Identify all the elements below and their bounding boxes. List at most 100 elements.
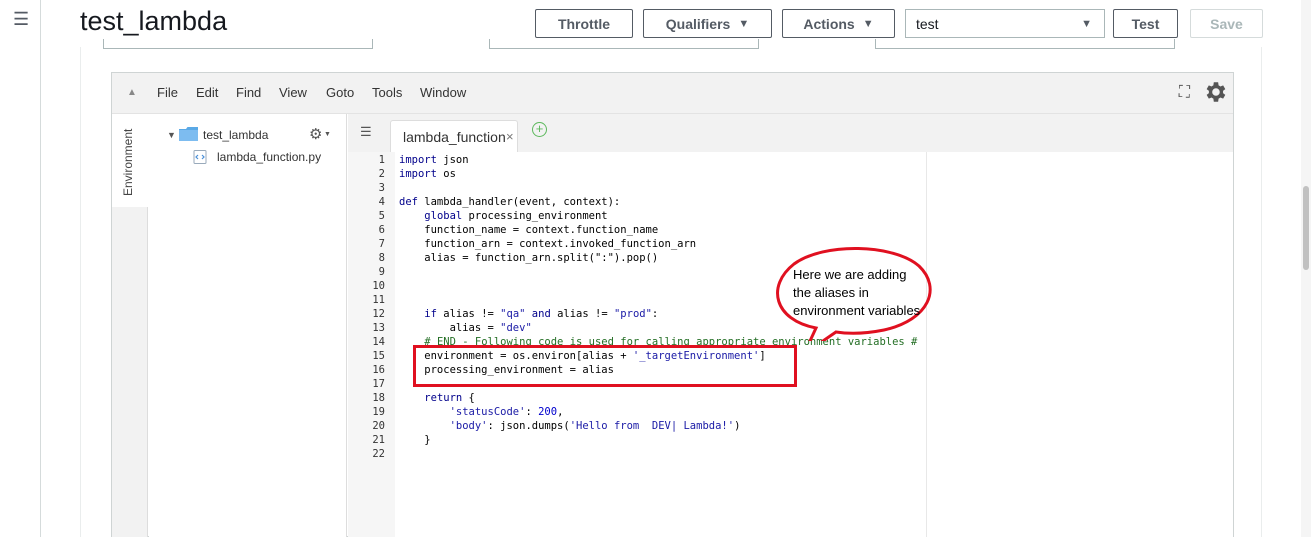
code-line: alias = function_arn.split(":").pop(): [399, 251, 658, 265]
code-line: function_name = context.function_name: [399, 223, 658, 237]
tree-file-lambda-function[interactable]: lambda_function.py: [217, 150, 321, 164]
tab-lambda-function[interactable]: lambda_function ×: [390, 120, 518, 152]
line-number: 12: [372, 308, 385, 320]
code-line: 'body': json.dumps('Hello from DEV| Lamb…: [399, 419, 741, 433]
throttle-label: Throttle: [557, 15, 611, 32]
code-token: and: [531, 308, 551, 320]
line-number: 16: [372, 364, 385, 376]
python-file-icon: [193, 150, 207, 164]
menu-view[interactable]: View: [279, 85, 307, 100]
line-number: 21: [372, 434, 385, 446]
qualifiers-button[interactable]: Qualifiers ▼: [643, 9, 772, 38]
code-token: : json.dumps(: [487, 420, 570, 432]
code-token: ,: [557, 406, 564, 418]
actions-label: Actions: [803, 15, 855, 32]
line-number: 7: [378, 238, 385, 250]
line-number: 10: [372, 280, 385, 292]
code-token: alias = function_arn.split(":").pop(): [399, 252, 659, 264]
menu-goto[interactable]: Goto: [326, 85, 354, 100]
code-token: 'statusCode': [449, 406, 526, 418]
file-tree: ▼ test_lambda ⚙ ▼ lambda_function.py: [149, 114, 347, 537]
line-number: 14: [372, 336, 385, 348]
hamburger-icon[interactable]: ☰: [13, 10, 29, 28]
scrolled-input[interactable]: [103, 39, 373, 49]
code-token: lambda_handler(event, context):: [417, 196, 621, 208]
line-number: 17: [372, 378, 385, 390]
line-number: 4: [378, 196, 385, 208]
scrolled-input[interactable]: [489, 39, 759, 49]
line-number: 20: [372, 420, 385, 432]
test-label: Test: [1131, 15, 1160, 32]
tree-root-folder[interactable]: test_lambda: [203, 128, 268, 142]
menu-edit[interactable]: Edit: [196, 85, 218, 100]
code-token: "dev": [500, 322, 532, 334]
menu-file[interactable]: File: [157, 85, 178, 100]
code-token: alias =: [399, 322, 501, 334]
folder-icon: [179, 127, 198, 141]
highlight-box: [413, 345, 797, 387]
tree-gear-icon[interactable]: ⚙: [309, 125, 322, 143]
page-scrollbar[interactable]: [1301, 0, 1311, 537]
code-editor-ide: ▲ File Edit Find View Goto Tools Window …: [111, 72, 1234, 537]
code-token: import: [399, 154, 437, 166]
line-number: 13: [372, 322, 385, 334]
line-number: 6: [378, 224, 385, 236]
code-token: function_name = context.function_name: [399, 224, 659, 236]
code-line: import json: [399, 153, 469, 167]
close-icon[interactable]: ×: [506, 129, 514, 144]
environment-side-tab[interactable]: Environment: [112, 114, 148, 537]
code-line: global processing_environment: [399, 209, 608, 223]
plus-circle-icon[interactable]: +: [532, 122, 547, 137]
save-button[interactable]: Save: [1190, 9, 1263, 38]
line-number-gutter: 1 2 3 4 5 6 7 8 9 10 11 12 13 14 15 16 17 18 19 20 21 22: [348, 152, 395, 537]
menu-window[interactable]: Window: [420, 85, 466, 100]
scrolled-input[interactable]: [875, 39, 1175, 49]
ide-menubar: ▲ File Edit Find View Goto Tools Window …: [112, 73, 1233, 114]
code-line: 'statusCode': 200,: [399, 405, 564, 419]
test-event-select[interactable]: test ▼: [905, 9, 1105, 38]
collapse-icon[interactable]: ▲: [127, 87, 137, 98]
left-rail: ☰: [0, 0, 41, 537]
code-token: 'body': [449, 420, 488, 432]
menu-find[interactable]: Find: [236, 85, 261, 100]
code-token: return: [424, 392, 463, 404]
tab-list-icon[interactable]: ☰: [360, 124, 372, 140]
code-token: 'Hello from DEV| Lambda!': [569, 420, 735, 432]
code-token: :: [651, 308, 659, 320]
qualifiers-label: Qualifiers: [665, 15, 731, 32]
code-token: alias !=: [550, 308, 614, 320]
code-token: def: [399, 196, 418, 208]
expand-arrow-icon[interactable]: ▼: [167, 130, 176, 140]
code-token: "qa": [500, 308, 526, 320]
scroll-thumb[interactable]: [1303, 186, 1309, 270]
throttle-button[interactable]: Throttle: [535, 9, 633, 38]
code-token: 200: [538, 406, 558, 418]
test-button[interactable]: Test: [1113, 9, 1178, 38]
actions-button[interactable]: Actions ▼: [782, 9, 895, 38]
line-number: 22: [372, 448, 385, 460]
fullscreen-icon[interactable]: ⛶: [1179, 84, 1190, 102]
test-event-value: test: [916, 15, 939, 32]
code-line: }: [399, 433, 431, 447]
line-number: 9: [378, 266, 385, 278]
code-line: alias = "dev": [399, 321, 532, 335]
code-token: processing_environment: [462, 210, 608, 222]
code-line: return {: [399, 391, 475, 405]
tab-label: lambda_function: [403, 129, 506, 145]
line-number: 15: [372, 350, 385, 362]
code-line: function_arn = context.invoked_function_…: [399, 237, 696, 251]
line-number: 1: [378, 154, 385, 166]
code-line: if alias != "qa" and alias != "prod":: [399, 307, 658, 321]
editor-tabbar: ☰ lambda_function × +: [348, 114, 1233, 152]
code-token: :: [525, 406, 539, 418]
gear-icon[interactable]: [1202, 79, 1228, 105]
code-token: import: [399, 168, 437, 180]
code-line: def lambda_handler(event, context):: [399, 195, 620, 209]
menu-tools[interactable]: Tools: [372, 85, 402, 100]
code-token: }: [399, 434, 431, 446]
